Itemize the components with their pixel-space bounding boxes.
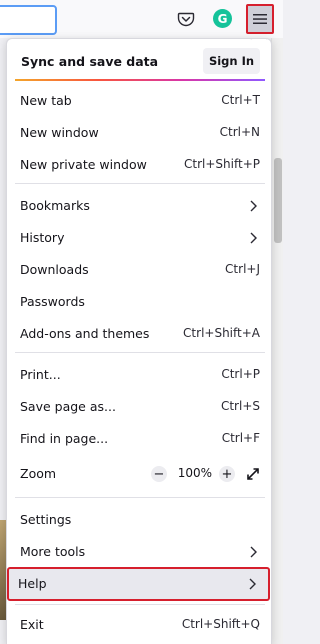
zoom-level[interactable]: 100% [178,466,212,480]
pocket-icon[interactable] [176,9,196,29]
menu-item-bookmarks[interactable]: Bookmarks [11,191,269,221]
scrollbar-thumb[interactable] [274,158,282,243]
fullscreen-icon[interactable] [245,466,261,482]
chevron-right-icon [249,578,256,590]
menu-separator [15,604,265,605]
menu-item-new-tab[interactable]: New tab Ctrl+T [11,86,269,116]
hamburger-menu-icon [253,14,267,24]
menu-separator [15,352,265,353]
sign-in-button[interactable]: Sign In [203,48,260,74]
menu-item-more-tools[interactable]: More tools [11,537,269,567]
menu-separator [15,183,265,184]
zoom-in-button[interactable]: + [219,466,235,482]
menu-item-shortcut: Ctrl+Shift+P [184,157,260,171]
account-gradient-divider [15,79,265,81]
menu-item-shortcut: Ctrl+Shift+Q [181,617,260,631]
menu-item-exit[interactable]: Exit Ctrl+Shift+Q [11,610,269,640]
chevron-right-icon [250,200,257,212]
menu-item-label: New private window [20,157,147,172]
menu-item-print[interactable]: Print... Ctrl+P [11,360,269,390]
menu-item-label: Downloads [20,262,89,277]
chevron-right-icon [250,546,257,558]
menu-item-new-window[interactable]: New window Ctrl+N [11,118,269,148]
hamburger-menu-button[interactable] [246,4,274,34]
menu-item-shortcut: Ctrl+S [220,399,260,413]
menu-item-label: Exit [20,617,44,632]
app-menu-panel: Sync and save data Sign In New tab Ctrl+… [6,38,272,644]
menu-item-zoom: Zoom − 100% + [11,459,269,489]
menu-item-label: Add-ons and themes [20,326,150,341]
menu-item-shortcut: Ctrl+Shift+A [183,326,260,340]
menu-item-shortcut: Ctrl+J [225,262,260,276]
menu-item-settings[interactable]: Settings [11,505,269,535]
menu-item-shortcut: Ctrl+N [219,125,260,139]
menu-item-passwords[interactable]: Passwords [11,287,269,317]
menu-item-help[interactable]: Help [7,567,270,601]
menu-item-label: Settings [20,512,72,527]
menu-item-label: New tab [20,93,72,108]
menu-item-label: Zoom [20,466,57,481]
menu-item-label: History [20,230,65,245]
menu-item-shortcut: Ctrl+P [221,367,260,381]
zoom-out-button[interactable]: − [151,466,167,482]
chevron-right-icon [250,232,257,244]
menu-item-history[interactable]: History [11,223,269,253]
menu-item-label: Bookmarks [20,198,90,213]
menu-item-label: More tools [20,544,86,559]
menu-item-shortcut: Ctrl+F [221,431,260,445]
menu-item-addons[interactable]: Add-ons and themes Ctrl+Shift+A [11,319,269,349]
sync-label: Sync and save data [21,54,159,69]
menu-item-label: Help [18,576,47,591]
menu-item-label: Print... [20,367,61,382]
menu-item-downloads[interactable]: Downloads Ctrl+J [11,255,269,285]
sync-section: Sync and save data Sign In [7,43,271,79]
menu-item-label: Find in page... [20,431,109,446]
menu-item-label: New window [20,125,99,140]
menu-item-label: Save page as... [20,399,116,414]
menu-item-save-page[interactable]: Save page as... Ctrl+S [11,392,269,422]
url-bar[interactable] [0,5,57,35]
menu-item-find-in-page[interactable]: Find in page... Ctrl+F [11,424,269,454]
menu-item-shortcut: Ctrl+T [221,93,260,107]
menu-item-label: Passwords [20,294,85,309]
menu-separator [15,497,265,498]
grammarly-icon[interactable]: G [213,9,232,28]
menu-item-new-private-window[interactable]: New private window Ctrl+Shift+P [11,150,269,180]
browser-toolbar: G [0,0,283,38]
page-scrollbar[interactable] [271,38,283,644]
